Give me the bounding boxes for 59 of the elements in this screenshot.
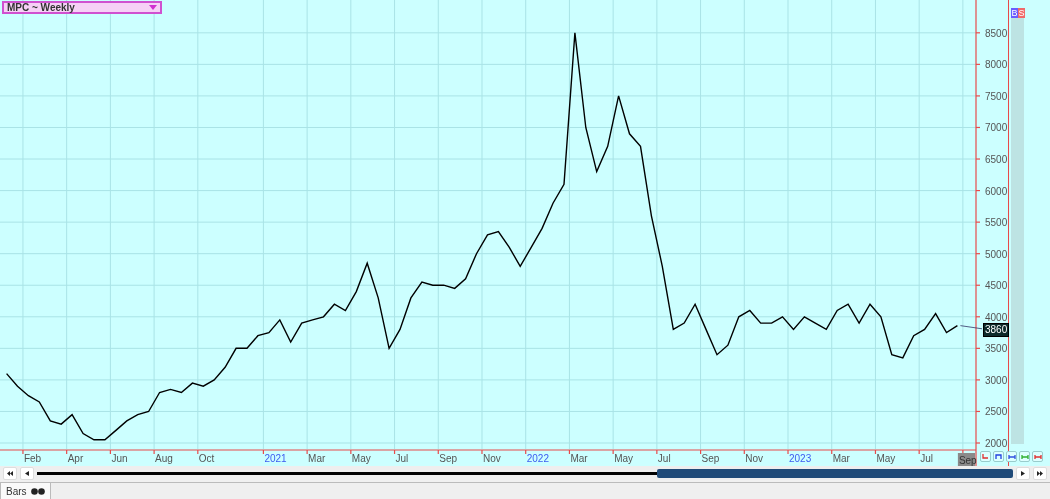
y-axis-label: 5500 — [985, 217, 1008, 229]
corner-arrow-button[interactable] — [980, 451, 991, 462]
x-axis-label: Mar — [570, 453, 588, 464]
symbol-dropdown[interactable]: MPC ~ Weekly — [2, 1, 162, 14]
y-axis-label: 4500 — [985, 280, 1008, 292]
x-axis-label: Feb — [23, 453, 42, 464]
left-arrow-icon — [24, 470, 30, 476]
view-tab[interactable]: Bars — [0, 483, 51, 499]
buy-button[interactable]: B — [1011, 8, 1018, 18]
y-axis-label: 2500 — [985, 406, 1008, 418]
y-axis-label: 7500 — [985, 90, 1008, 102]
x-axis-label: Sep — [439, 453, 458, 464]
x-axis-label: Jul — [395, 453, 409, 464]
x-axis-label: Aug — [155, 453, 173, 464]
x-axis-label: Jun — [111, 453, 128, 464]
span-icon — [1020, 453, 1029, 460]
x-axis-label: Oct — [198, 453, 215, 464]
x-axis-label: 2023 — [789, 453, 812, 464]
arch-button[interactable] — [993, 451, 1004, 462]
x-axis-label: Sep — [701, 453, 720, 464]
scrollbar[interactable] — [37, 468, 1013, 478]
span-icon — [1007, 453, 1016, 460]
span-icon — [1033, 453, 1042, 460]
x-axis-label: May — [876, 453, 896, 464]
right-arrow-icon — [1020, 470, 1026, 476]
x-axis-label: 2021 — [264, 453, 287, 464]
x-axis-label: May — [614, 453, 634, 464]
x-axis-label: Nov — [483, 453, 501, 464]
y-axis-label: 5000 — [985, 248, 1008, 260]
x-axis-label: May — [351, 453, 371, 464]
left-arrow-button[interactable] — [20, 466, 34, 480]
fast-forward-button[interactable] — [1033, 466, 1047, 480]
y-axis-label: 3500 — [985, 343, 1008, 355]
x-axis-label: Jul — [657, 453, 671, 464]
right-arrow-button[interactable] — [1016, 466, 1030, 480]
y-axis-label: 8500 — [985, 27, 1008, 39]
y-axis-label: 6500 — [985, 154, 1008, 166]
x-axis-label: Nov — [745, 453, 764, 464]
fast-forward-icon — [1037, 470, 1043, 476]
span-button[interactable] — [1032, 451, 1043, 462]
caret-icon — [149, 5, 157, 10]
span-button[interactable] — [1006, 451, 1017, 462]
y-axis-label: 8000 — [985, 59, 1008, 71]
x-axis-label: Mar — [832, 453, 850, 464]
rewind-button[interactable] — [3, 466, 17, 480]
scroll-thumb[interactable] — [656, 468, 1013, 478]
rewind-icon — [7, 470, 13, 476]
binoculars-icon — [30, 487, 45, 495]
x-axis-label: 2022 — [526, 453, 549, 464]
y-axis-label: 2000 — [985, 438, 1008, 449]
x-axis-label: Apr — [67, 453, 84, 464]
y-axis-label: 3000 — [985, 374, 1008, 386]
leader-line — [960, 325, 983, 330]
arch-icon — [994, 453, 1003, 460]
x-axis-label: Jul — [920, 453, 933, 464]
y-axis-label: 6000 — [985, 185, 1008, 197]
x-axis-label: Mar — [308, 453, 326, 464]
y-axis-label: 7000 — [985, 122, 1008, 134]
y-axis-label: 4000 — [985, 311, 1008, 323]
